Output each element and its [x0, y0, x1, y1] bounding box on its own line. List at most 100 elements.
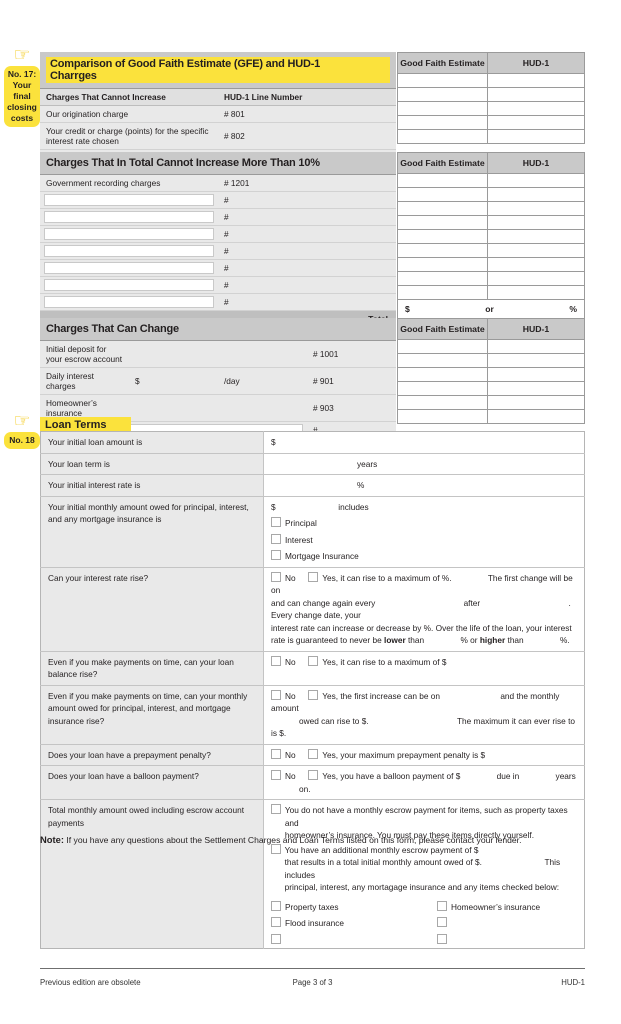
- ten-row-label-input[interactable]: [40, 208, 218, 226]
- increase-money-row[interactable]: $ or %: [397, 300, 585, 319]
- checkbox-escrow-other-1[interactable]: [437, 917, 447, 927]
- gfe-value-cell[interactable]: [397, 271, 488, 286]
- gfe-value-cell[interactable]: [397, 115, 488, 130]
- hud1-value-cell[interactable]: [487, 201, 585, 216]
- ten-percent-table: Charges That In Total Cannot Increase Mo…: [40, 152, 396, 344]
- gfe-value-cell[interactable]: [397, 215, 488, 230]
- hud1-value-cell[interactable]: [487, 353, 585, 368]
- escrow-question: Total monthly amount owed including escr…: [40, 799, 264, 948]
- table-row: Your initial monthly amount owed for pri…: [40, 496, 585, 568]
- ten-row-label-input[interactable]: [40, 225, 218, 243]
- label-homeowners-insurance: Homeowner’s insurance: [451, 901, 541, 912]
- checkbox-no-escrow[interactable]: [271, 804, 281, 814]
- checkbox-balance-yes[interactable]: [308, 655, 319, 666]
- checkbox-mortgage-insurance[interactable]: [271, 550, 281, 560]
- ten-row-label-input[interactable]: [40, 191, 218, 209]
- escrow-opt1-line1: You do not have a monthly escrow payment…: [284, 805, 568, 828]
- loan-amount-question: Your initial loan amount is: [40, 431, 264, 454]
- checkbox-payment-no[interactable]: [271, 689, 281, 700]
- checkbox-escrow-other-2[interactable]: [271, 933, 281, 944]
- gfe-value-cell[interactable]: [397, 101, 488, 116]
- gfe-value-cell[interactable]: [397, 173, 488, 188]
- checkbox-property-taxes[interactable]: [271, 900, 281, 911]
- label-property-taxes: Property taxes: [285, 901, 339, 912]
- label-balance-yes: Yes, it can rise to a maximum of $: [322, 656, 447, 667]
- loan-terms-table: Your initial loan amount is $ Your loan …: [40, 431, 585, 949]
- hud1-value-cell[interactable]: [487, 339, 585, 354]
- footer-page-number: Page 3 of 3: [292, 978, 333, 987]
- checkbox-balloon-yes[interactable]: [308, 770, 319, 780]
- table-row: Your loan term is years: [40, 453, 585, 475]
- hud1-value-cell[interactable]: [487, 87, 585, 102]
- checkbox-rate-rise-yes[interactable]: [308, 571, 319, 582]
- hud1-value-cell[interactable]: [487, 173, 585, 188]
- pointing-hand-icon: ☞: [13, 45, 31, 66]
- ten-row-label-input[interactable]: [40, 293, 218, 311]
- gfe-value-cell[interactable]: [397, 243, 488, 258]
- ten-row-label-input[interactable]: [40, 259, 218, 277]
- callout-no-17-text: No. 17: Your final closing costs: [4, 66, 40, 127]
- checkbox-payment-yes[interactable]: [308, 689, 319, 700]
- ten-row-label-input[interactable]: [40, 242, 218, 260]
- gfe-total-cell[interactable]: [397, 285, 488, 300]
- label-balloon-years: years: [555, 771, 576, 781]
- loan-amount-answer[interactable]: $: [263, 431, 585, 454]
- gfe-value-cell[interactable]: [397, 129, 488, 144]
- payment-rise-answer: No Yes, the first increase can be on and…: [263, 685, 585, 745]
- gfe-value-cell[interactable]: [397, 367, 488, 382]
- change-row-mid: $: [129, 367, 218, 395]
- table-row: Your credit or charge (points) for the s…: [40, 122, 396, 150]
- gfe-value-cell[interactable]: [397, 187, 488, 202]
- interest-rate-answer[interactable]: %: [263, 474, 585, 497]
- hud1-value-cell[interactable]: [487, 381, 585, 396]
- hud1-value-cell[interactable]: [487, 215, 585, 230]
- hud1-value-cell[interactable]: [487, 257, 585, 272]
- table-row: Even if you make payments on time, can y…: [40, 685, 585, 745]
- gfe-value-cell[interactable]: [397, 87, 488, 102]
- note-text: If you have any questions about the Sett…: [66, 835, 522, 845]
- hud1-value-cell[interactable]: [487, 271, 585, 286]
- balance-rise-answer: No Yes, it can rise to a maximum of $: [263, 651, 585, 686]
- label-payment-yes3: owed can rise to $.: [299, 715, 369, 726]
- table-row: Your initial interest rate is %: [40, 474, 585, 497]
- hud1-value-cell[interactable]: [487, 129, 585, 144]
- hud1-value-cell[interactable]: [487, 229, 585, 244]
- hud1-value-cell[interactable]: [487, 101, 585, 116]
- checkbox-rate-rise-no[interactable]: [271, 571, 281, 582]
- checkbox-homeowners-insurance[interactable]: [437, 900, 447, 911]
- gfe-value-cell[interactable]: [397, 257, 488, 272]
- hud1-total-cell[interactable]: [487, 285, 585, 300]
- hud1-value-cell[interactable]: [487, 115, 585, 130]
- gfe-value-cell[interactable]: [397, 409, 488, 424]
- loan-term-answer[interactable]: years: [263, 453, 585, 475]
- checkbox-principal[interactable]: [271, 517, 281, 527]
- gfe-value-cell[interactable]: [397, 201, 488, 216]
- checkbox-prepay-yes[interactable]: [308, 748, 319, 759]
- checkbox-balloon-no[interactable]: [271, 770, 281, 780]
- gfe-value-cell[interactable]: [397, 73, 488, 88]
- checkbox-flood-insurance[interactable]: [271, 917, 281, 927]
- gfe-value-cell[interactable]: [397, 381, 488, 396]
- hud1-value-cell[interactable]: [487, 243, 585, 258]
- gfe-value-cell[interactable]: [397, 353, 488, 368]
- gfe-value-cell[interactable]: [397, 339, 488, 354]
- hud1-value-cell[interactable]: [487, 367, 585, 382]
- rate-rise-than1: than: [408, 635, 425, 645]
- checkbox-prepay-no[interactable]: [271, 748, 281, 759]
- checkbox-interest[interactable]: [271, 533, 281, 544]
- gfe-line-number-label: HUD-1 Line Number: [218, 88, 396, 106]
- gfe-value-cell[interactable]: [397, 395, 488, 410]
- gfe-value-cell[interactable]: [397, 229, 488, 244]
- hud1-value-cell[interactable]: [487, 409, 585, 424]
- gfe-section-title: Comparison of Good Faith Estimate (GFE) …: [46, 57, 390, 83]
- table-row: Even if you make payments on time, can y…: [40, 651, 585, 686]
- change-row-label: Daily interest charges: [40, 367, 129, 395]
- rate-rise-answer: No Yes, it can rise to a maximum of %. T…: [263, 567, 585, 652]
- hud1-value-cell[interactable]: [487, 395, 585, 410]
- hud1-value-cell[interactable]: [487, 187, 585, 202]
- table-row: Our origination charge # 801: [40, 105, 396, 123]
- ten-row-label-input[interactable]: [40, 276, 218, 294]
- checkbox-escrow-other-3[interactable]: [437, 933, 447, 944]
- hud1-value-cell[interactable]: [487, 73, 585, 88]
- checkbox-balance-no[interactable]: [271, 655, 281, 666]
